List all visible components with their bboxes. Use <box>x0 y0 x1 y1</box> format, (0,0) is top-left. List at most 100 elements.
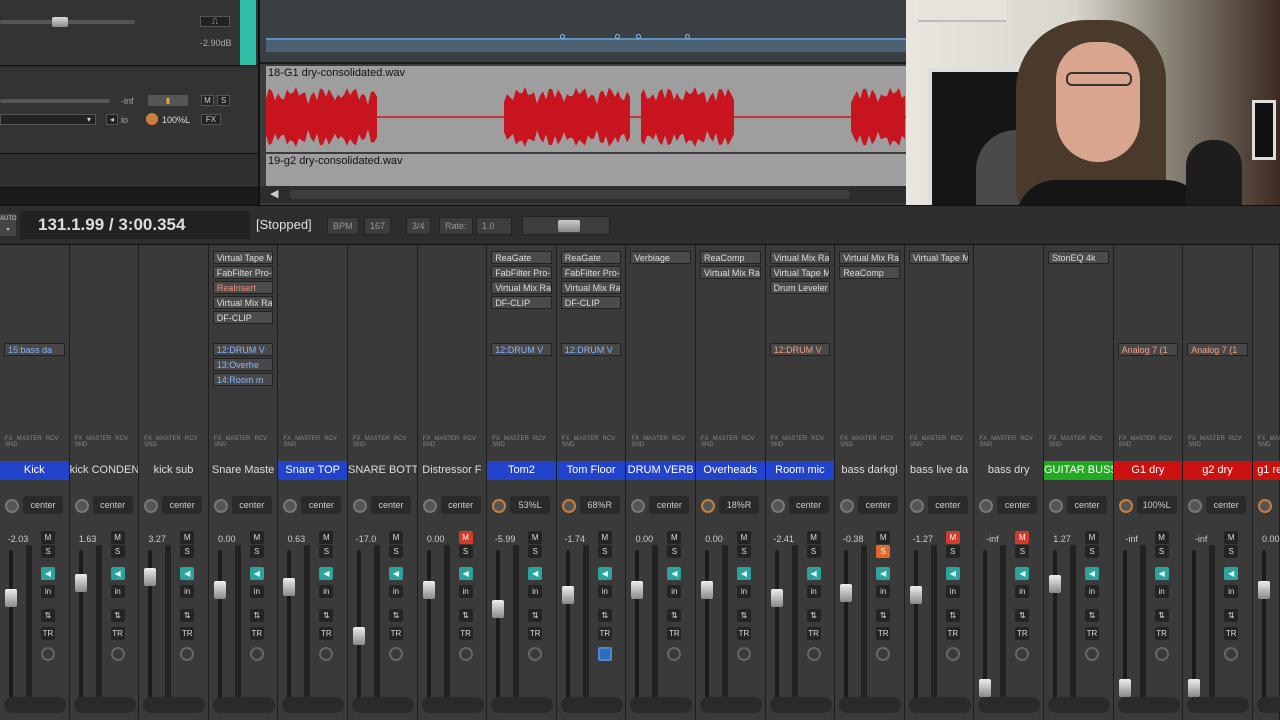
mixer-strip[interactable]: FX MASTER RCVSND Snare TOP center 0.63 M S ◀ in ⇅ T… <box>278 245 348 720</box>
bpm-value[interactable]: 167 <box>364 217 392 235</box>
mixer-strip[interactable]: Virtual Mix Rac Virtual Tape M Drum Levele… <box>765 245 836 720</box>
io-button[interactable]: io <box>121 115 128 125</box>
fx-slot[interactable]: FabFilter Pro- <box>560 266 622 279</box>
arrange-view[interactable]: 18-G1 dry-consolidated.wav 19-g2 dry-con… <box>258 0 908 205</box>
mute-button[interactable]: M <box>201 95 214 106</box>
input-button[interactable]: in <box>876 585 891 598</box>
input-button[interactable]: in <box>737 585 751 598</box>
routing-mini-buttons[interactable]: FXMASTERRCVSND <box>75 436 133 450</box>
pan-knob[interactable] <box>144 499 159 513</box>
pan-knob[interactable] <box>74 499 89 513</box>
fx-slot[interactable]: Drum Leveler <box>769 281 831 294</box>
fader-track[interactable] <box>774 550 779 700</box>
pan-knob[interactable] <box>353 499 367 513</box>
trim-button[interactable]: TR <box>737 627 751 640</box>
rec-arm-meter[interactable]: ▮ <box>148 95 188 106</box>
input-button[interactable]: in <box>1154 585 1169 598</box>
mixer-strip[interactable]: Verbiage FX MASTER RCVSND DRUM VERB center 0.0… <box>626 245 696 720</box>
record-arm-icon[interactable] <box>1085 647 1099 661</box>
trim-button[interactable]: TR <box>597 627 612 640</box>
routing-mini-buttons[interactable]: FXMASTERRCVSND <box>214 436 272 450</box>
solo-button[interactable]: S <box>597 545 612 558</box>
envelope-lane[interactable] <box>260 0 908 64</box>
routing-mini-buttons[interactable]: FXMASTERRCVSND <box>1188 436 1246 450</box>
fx-button[interactable]: ◀ <box>1015 567 1030 580</box>
rate-slider[interactable] <box>522 216 610 235</box>
mute-button[interactable]: M <box>945 531 960 544</box>
solo-button[interactable]: S <box>319 545 334 558</box>
fx-slot[interactable]: Virtual Mix Rac <box>700 266 761 279</box>
input-button[interactable]: in <box>41 585 55 598</box>
mute-button[interactable]: M <box>806 531 821 544</box>
solo-button[interactable]: S <box>41 545 55 558</box>
fader-cap[interactable] <box>701 580 713 599</box>
mute-button[interactable]: M <box>667 531 682 544</box>
track-name[interactable]: Tom2 <box>487 461 556 480</box>
track-name[interactable]: Snare Maste <box>208 461 278 480</box>
record-arm-icon[interactable] <box>806 647 821 661</box>
trim-button[interactable]: TR <box>180 627 195 640</box>
fx-button[interactable]: ◀ <box>110 567 125 580</box>
fx-button[interactable]: ◀ <box>180 567 195 580</box>
input-button[interactable]: in <box>806 585 821 598</box>
fader-cap[interactable] <box>1257 580 1270 599</box>
pan-knob[interactable] <box>1188 499 1203 513</box>
fx-slot[interactable]: Virtual Mix Rac <box>560 281 622 294</box>
fader-cap[interactable] <box>213 580 226 599</box>
routing-mini-buttons[interactable]: FXMASTERRCVSND <box>562 436 620 450</box>
solo-button[interactable]: S <box>180 545 195 558</box>
track-name[interactable]: GUITAR BUSS <box>1044 461 1113 480</box>
mute-button[interactable]: M <box>458 531 473 544</box>
fx-button[interactable]: ◀ <box>667 567 682 580</box>
auto-button[interactable]: AUTO ▾ <box>0 214 17 236</box>
solo-button[interactable]: S <box>1085 545 1099 558</box>
fx-slot[interactable]: Virtual Tape M <box>769 266 831 279</box>
trim-button[interactable]: TR <box>806 627 821 640</box>
send-slot[interactable]: 12:DRUM V <box>560 343 622 356</box>
fx-slot[interactable]: StonEQ 4k <box>1048 251 1109 264</box>
solo-button[interactable]: S <box>458 545 473 558</box>
fx-slot[interactable]: ReaInsert <box>212 281 274 294</box>
trim-button[interactable]: TR <box>319 627 334 640</box>
track-row[interactable]: -inf ▮ M S ▾ ◂ io 100%L FX <box>0 68 258 154</box>
routing-mini-buttons[interactable]: FXMASTERRCVSND <box>979 436 1037 450</box>
solo-button[interactable]: S <box>110 545 125 558</box>
pan-knob[interactable] <box>909 499 924 513</box>
input-button[interactable]: in <box>319 585 334 598</box>
input-button[interactable]: in <box>458 585 473 598</box>
solo-button[interactable]: S <box>217 95 230 106</box>
track-name[interactable]: g1 rea <box>1252 461 1280 480</box>
trim-button[interactable]: TR <box>1015 627 1030 640</box>
fader-track[interactable] <box>496 550 501 700</box>
record-arm-icon[interactable] <box>180 647 195 661</box>
track-row[interactable] <box>0 156 258 188</box>
send-slot[interactable]: Analog 7 (1 <box>1187 343 1248 356</box>
fx-slot[interactable]: FabFilter Pro- <box>212 266 274 279</box>
mute-button[interactable]: M <box>876 531 891 544</box>
track-name[interactable]: SNARE BOTT <box>348 461 417 480</box>
send-slot[interactable]: 14:Room m <box>212 373 274 386</box>
fx-slot[interactable]: Verbiage <box>630 251 691 264</box>
routing-mini-buttons[interactable]: FXMASTERRCVSND <box>423 436 481 450</box>
fx-button[interactable]: ◀ <box>597 567 612 580</box>
fx-button[interactable]: ◀ <box>1085 567 1099 580</box>
fader-track[interactable] <box>705 550 709 700</box>
record-arm-icon[interactable] <box>458 647 473 661</box>
record-arm-icon[interactable] <box>737 647 751 661</box>
fx-button[interactable]: ◀ <box>389 567 403 580</box>
fx-button[interactable]: ◀ <box>806 567 821 580</box>
record-arm-icon[interactable] <box>876 647 891 661</box>
track-name[interactable]: bass darkgl <box>835 461 904 480</box>
route-button[interactable]: ⇅ <box>1085 609 1099 622</box>
pan-knob[interactable] <box>1049 499 1063 513</box>
mute-button[interactable]: M <box>528 531 543 544</box>
mute-button[interactable]: M <box>180 531 195 544</box>
trim-button[interactable]: TR <box>1224 627 1239 640</box>
send-slot[interactable]: 12:DRUM V <box>491 343 552 356</box>
record-arm-icon[interactable] <box>1224 647 1239 661</box>
fx-slot[interactable]: ReaGate <box>491 251 552 264</box>
record-arm-icon[interactable] <box>597 647 612 661</box>
track-name[interactable]: Distressor F <box>417 461 487 480</box>
route-button[interactable]: ⇅ <box>528 609 543 622</box>
envelope-point[interactable] <box>560 34 565 39</box>
